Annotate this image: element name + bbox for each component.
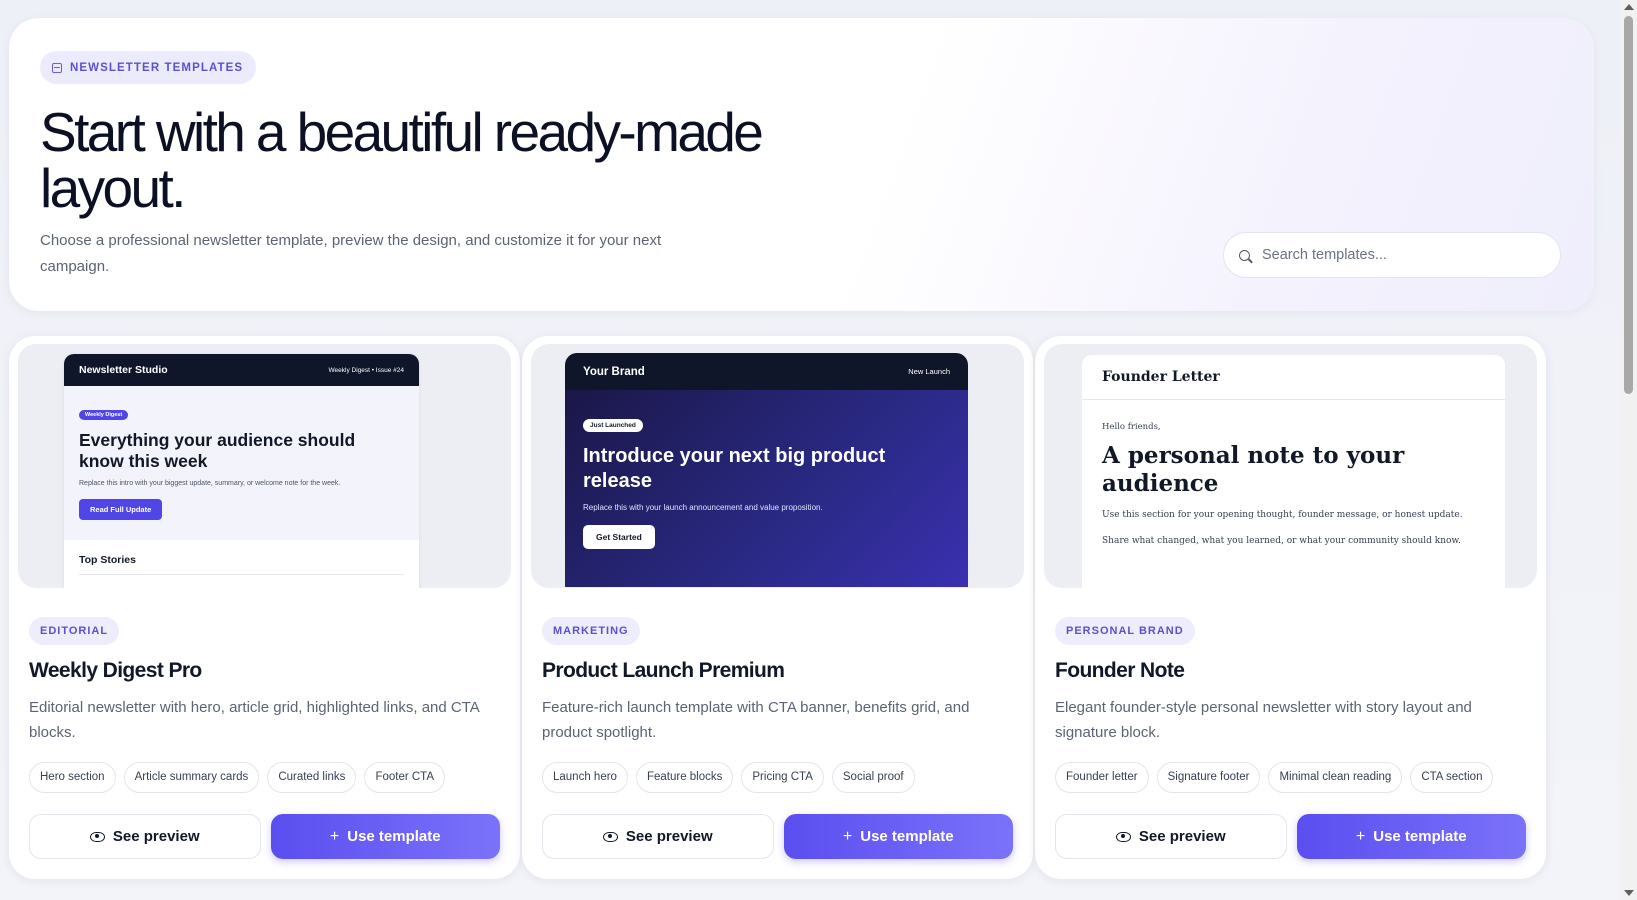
email-brand: Founder Letter bbox=[1102, 369, 1220, 385]
email-body: Use this section for your opening though… bbox=[1102, 510, 1463, 520]
category-badge: EDITORIAL bbox=[29, 617, 120, 645]
newsletter-templates-badge: NEWSLETTER TEMPLATES bbox=[40, 51, 257, 84]
hero-banner: NEWSLETTER TEMPLATES Start with a beauti… bbox=[9, 18, 1594, 311]
page-subtitle: Choose a professional newsletter templat… bbox=[40, 232, 662, 275]
email-greeting: Hello friends, bbox=[1102, 422, 1161, 432]
feature-tag: Launch hero bbox=[542, 762, 628, 793]
email-hero: Weekly Digest Everything your audience s… bbox=[64, 386, 419, 540]
template-title: Weekly Digest Pro bbox=[29, 659, 202, 682]
feature-tags: Hero section Article summary cards Curat… bbox=[29, 762, 500, 793]
email-body: Replace this intro with your biggest upd… bbox=[79, 480, 341, 487]
plus-icon: + bbox=[329, 827, 340, 845]
template-title: Product Launch Premium bbox=[542, 659, 785, 682]
feature-tag: Pricing CTA bbox=[741, 762, 824, 793]
scroll-down-icon[interactable] bbox=[1624, 890, 1634, 896]
feature-tag: Minimal clean reading bbox=[1268, 762, 1403, 793]
template-description: Editorial newsletter with hero, article … bbox=[29, 699, 479, 741]
email-mockup: Founder Letter Hello friends, A personal… bbox=[1082, 355, 1505, 588]
see-preview-label: See preview bbox=[112, 828, 200, 845]
use-template-button[interactable]: + Use template bbox=[783, 814, 1013, 859]
email-body-fade bbox=[1102, 562, 1485, 572]
scrollbar-thumb[interactable] bbox=[1624, 16, 1633, 394]
email-heading: Everything your audience should know thi… bbox=[79, 430, 356, 471]
email-meta: Weekly Digest • Issue #24 bbox=[328, 366, 405, 374]
card-body: MARKETING Product Launch Premium Feature… bbox=[542, 617, 1013, 793]
search-icon bbox=[1239, 249, 1250, 261]
use-template-label: Use template bbox=[1373, 828, 1467, 845]
search-box[interactable] bbox=[1223, 232, 1561, 278]
template-card-product-launch[interactable]: Your Brand New Launch Just Launched Intr… bbox=[522, 336, 1033, 879]
email-mockup: Your Brand New Launch Just Launched Intr… bbox=[565, 353, 968, 587]
use-template-button[interactable]: + Use template bbox=[1296, 814, 1526, 859]
eye-icon bbox=[602, 831, 618, 842]
see-preview-button[interactable]: See preview bbox=[542, 814, 774, 859]
category-badge: MARKETING bbox=[542, 617, 640, 645]
email-header: Newsletter Studio Weekly Digest • Issue … bbox=[64, 354, 419, 386]
email-mockup: Newsletter Studio Weekly Digest • Issue … bbox=[64, 354, 419, 588]
email-brand: Your Brand bbox=[583, 365, 645, 378]
feature-tag: CTA section bbox=[1410, 762, 1494, 793]
feature-tag: Social proof bbox=[831, 762, 915, 793]
email-body: Replace this with your launch announceme… bbox=[583, 503, 823, 512]
use-template-label: Use template bbox=[860, 828, 954, 845]
feature-tags: Launch hero Feature blocks Pricing CTA S… bbox=[542, 762, 1013, 793]
feature-tag: Footer CTA bbox=[364, 762, 446, 793]
search-input[interactable] bbox=[1262, 247, 1542, 263]
email-cta: Read Full Update bbox=[79, 499, 163, 520]
use-template-button[interactable]: + Use template bbox=[270, 814, 500, 859]
template-description: Elegant founder-style personal newslette… bbox=[1055, 699, 1472, 741]
feature-tags: Founder letter Signature footer Minimal … bbox=[1055, 762, 1526, 793]
feature-tag: Article summary cards bbox=[123, 762, 260, 793]
see-preview-button[interactable]: See preview bbox=[1055, 814, 1287, 859]
vertical-scrollbar[interactable] bbox=[1620, 0, 1637, 900]
template-description: Feature-rich launch template with CTA ba… bbox=[542, 699, 970, 741]
card-actions: See preview + Use template bbox=[1055, 814, 1526, 859]
feature-tag: Feature blocks bbox=[635, 762, 734, 793]
feature-tag: Signature footer bbox=[1156, 762, 1261, 793]
email-pill: Just Launched bbox=[583, 419, 643, 432]
card-body: EDITORIAL Weekly Digest Pro Editorial ne… bbox=[29, 617, 500, 793]
feature-tag: Founder letter bbox=[1055, 762, 1149, 793]
see-preview-button[interactable]: See preview bbox=[29, 814, 261, 859]
email-hero: Just Launched Introduce your next big pr… bbox=[565, 390, 968, 587]
divider bbox=[79, 574, 404, 575]
email-meta: New Launch bbox=[908, 367, 950, 376]
feature-tag: Hero section bbox=[29, 762, 116, 793]
card-actions: See preview + Use template bbox=[542, 814, 1013, 859]
template-preview-thumbnail[interactable]: Newsletter Studio Weekly Digest • Issue … bbox=[18, 344, 511, 588]
see-preview-label: See preview bbox=[1138, 828, 1226, 845]
email-cta: Get Started bbox=[583, 525, 655, 549]
template-preview-thumbnail[interactable]: Your Brand New Launch Just Launched Intr… bbox=[531, 344, 1024, 588]
email-header: Founder Letter bbox=[1082, 355, 1505, 400]
email-section-title: Top Stories bbox=[79, 554, 136, 566]
use-template-label: Use template bbox=[347, 828, 441, 845]
scroll-up-icon[interactable] bbox=[1624, 4, 1634, 10]
eye-icon bbox=[1115, 831, 1131, 842]
eye-icon bbox=[89, 831, 105, 842]
email-heading: A personal note to your audience bbox=[1102, 442, 1405, 497]
card-actions: See preview + Use template bbox=[29, 814, 500, 859]
template-card-founder-note[interactable]: Founder Letter Hello friends, A personal… bbox=[1035, 336, 1546, 879]
template-preview-thumbnail[interactable]: Founder Letter Hello friends, A personal… bbox=[1044, 344, 1537, 588]
plus-icon: + bbox=[1355, 827, 1366, 845]
badge-label: NEWSLETTER TEMPLATES bbox=[70, 61, 244, 74]
email-header: Your Brand New Launch bbox=[565, 353, 968, 390]
template-title: Founder Note bbox=[1055, 659, 1185, 682]
feature-tag: Curated links bbox=[267, 762, 357, 793]
see-preview-label: See preview bbox=[625, 828, 713, 845]
plus-icon: + bbox=[842, 827, 853, 845]
email-body: Share what changed, what you learned, or… bbox=[1102, 536, 1461, 546]
template-icon bbox=[52, 62, 62, 73]
category-badge: PERSONAL BRAND bbox=[1055, 617, 1195, 645]
email-pill: Weekly Digest bbox=[79, 410, 129, 420]
email-heading: Introduce your next big product release bbox=[583, 445, 886, 492]
page-title: Start with a beautiful ready-made layout… bbox=[40, 101, 764, 219]
email-content: Hello friends, A personal note to your a… bbox=[1082, 400, 1505, 572]
template-card-weekly-digest[interactable]: Newsletter Studio Weekly Digest • Issue … bbox=[9, 336, 520, 879]
card-body: PERSONAL BRAND Founder Note Elegant foun… bbox=[1055, 617, 1526, 793]
email-brand: Newsletter Studio bbox=[79, 364, 168, 376]
